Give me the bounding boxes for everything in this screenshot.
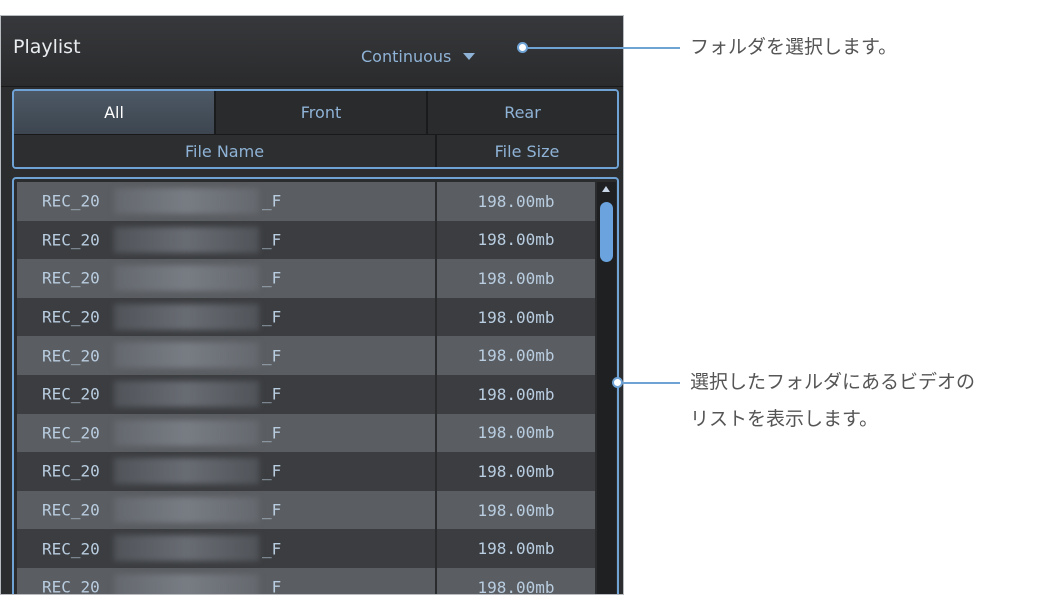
column-headers: File Name File Size bbox=[14, 134, 617, 167]
file-name-suffix: _F bbox=[262, 346, 282, 366]
file-name-cell: REC_20 _F bbox=[17, 413, 437, 453]
callout-dot-list bbox=[612, 377, 623, 388]
column-header-file-size[interactable]: File Size bbox=[437, 135, 617, 167]
file-size-cell: 198.00mb bbox=[477, 230, 555, 250]
file-name-redacted bbox=[114, 419, 259, 446]
table-row[interactable]: REC_20 _F 198.00mb bbox=[17, 182, 595, 221]
table-row[interactable]: REC_20 _F 198.00mb bbox=[17, 297, 595, 337]
file-name-prefix: REC_20 bbox=[42, 539, 100, 559]
file-name-suffix: _F bbox=[262, 384, 282, 404]
playlist-title: Playlist bbox=[13, 36, 81, 58]
callout-dot-folder bbox=[517, 42, 528, 53]
table-row[interactable]: REC_20 _F 198.00mb bbox=[17, 259, 595, 298]
file-name-redacted bbox=[114, 535, 259, 562]
file-name-prefix: REC_20 bbox=[42, 346, 100, 366]
table-row[interactable]: REC_20 _F 198.00mb bbox=[17, 452, 595, 491]
file-size-cell: 198.00mb bbox=[477, 423, 555, 443]
file-name-suffix: _F bbox=[262, 461, 282, 481]
file-name-prefix: REC_20 bbox=[42, 423, 100, 443]
file-size-cell: 198.00mb bbox=[477, 191, 555, 211]
file-size-cell: 198.00mb bbox=[477, 268, 555, 288]
tab-rear[interactable]: Rear bbox=[428, 91, 617, 134]
file-name-redacted bbox=[114, 303, 259, 330]
dropdown-arrow-icon bbox=[463, 52, 476, 60]
file-name-redacted bbox=[114, 573, 259, 594]
table-row[interactable]: REC_20 _F 198.00mb bbox=[17, 336, 595, 375]
file-name-prefix: REC_20 bbox=[42, 461, 100, 481]
file-name-redacted bbox=[114, 226, 259, 253]
file-name-prefix: REC_20 bbox=[42, 191, 100, 211]
file-name-prefix: REC_20 bbox=[42, 307, 100, 327]
scroll-up-arrow-icon[interactable] bbox=[602, 186, 610, 192]
file-name-suffix: _F bbox=[262, 539, 282, 559]
file-size-cell: 198.00mb bbox=[477, 307, 555, 327]
file-name-cell: REC_20 _F bbox=[17, 336, 437, 375]
file-name-redacted bbox=[114, 265, 259, 292]
file-size-cell: 198.00mb bbox=[477, 500, 555, 520]
file-name-prefix: REC_20 bbox=[42, 268, 100, 288]
file-name-suffix: _F bbox=[262, 230, 282, 250]
file-size-cell: 198.00mb bbox=[477, 384, 555, 404]
file-name-cell: REC_20 _F bbox=[17, 182, 437, 221]
table-row[interactable]: REC_20 _F 198.00mb bbox=[17, 220, 595, 260]
file-name-cell: REC_20 _F bbox=[17, 529, 437, 568]
file-name-prefix: REC_20 bbox=[42, 500, 100, 520]
video-list: REC_20 _F 198.00mb REC_20 _F 198.00mb REC_20 _F… bbox=[17, 182, 595, 595]
file-name-prefix: REC_20 bbox=[42, 230, 100, 250]
playlist-panel: Playlist Continuous All Front Rear File … bbox=[0, 15, 624, 595]
list-scrollbar[interactable] bbox=[597, 182, 616, 594]
file-name-suffix: _F bbox=[262, 191, 282, 211]
file-name-suffix: _F bbox=[262, 307, 282, 327]
callout-list-text-line1: 選択したフォルダにあるビデオの bbox=[690, 371, 976, 393]
file-name-redacted bbox=[114, 496, 259, 523]
file-name-cell: REC_20 _F bbox=[17, 567, 437, 595]
video-list-box: REC_20 _F 198.00mb REC_20 _F 198.00mb REC_20 _F… bbox=[12, 177, 619, 595]
file-name-prefix: REC_20 bbox=[42, 384, 100, 404]
file-name-cell: REC_20 _F bbox=[17, 259, 437, 298]
playlist-header: Playlist Continuous bbox=[1, 16, 623, 87]
table-row[interactable]: REC_20 _F 198.00mb bbox=[17, 374, 595, 414]
file-size-cell: 198.00mb bbox=[477, 577, 555, 595]
callout-list-text-line2: リストを表示します。 bbox=[690, 408, 879, 430]
callout-line-folder bbox=[528, 47, 680, 49]
file-name-redacted bbox=[114, 342, 259, 369]
file-name-suffix: _F bbox=[262, 577, 282, 595]
file-size-cell: 198.00mb bbox=[477, 539, 555, 559]
file-name-suffix: _F bbox=[262, 268, 282, 288]
file-name-cell: REC_20 _F bbox=[17, 374, 437, 414]
table-row[interactable]: REC_20 _F 198.00mb bbox=[17, 567, 595, 595]
file-name-redacted bbox=[114, 380, 259, 407]
file-name-redacted bbox=[114, 458, 259, 485]
column-header-file-name[interactable]: File Name bbox=[14, 135, 437, 167]
file-name-prefix: REC_20 bbox=[42, 577, 100, 595]
folder-tabs: All Front Rear bbox=[14, 91, 617, 134]
file-size-cell: 198.00mb bbox=[477, 461, 555, 481]
table-row[interactable]: REC_20 _F 198.00mb bbox=[17, 490, 595, 530]
table-row[interactable]: REC_20 _F 198.00mb bbox=[17, 413, 595, 453]
file-name-cell: REC_20 _F bbox=[17, 452, 437, 491]
playback-mode-label: Continuous bbox=[361, 46, 452, 66]
folder-tabs-box: All Front Rear File Name File Size bbox=[12, 89, 619, 169]
file-name-suffix: _F bbox=[262, 500, 282, 520]
file-size-cell: 198.00mb bbox=[477, 346, 555, 366]
file-name-cell: REC_20 _F bbox=[17, 297, 437, 337]
playback-mode-dropdown[interactable]: Continuous bbox=[361, 44, 476, 68]
file-name-cell: REC_20 _F bbox=[17, 220, 437, 260]
tab-all[interactable]: All bbox=[14, 91, 216, 134]
file-name-cell: REC_20 _F bbox=[17, 490, 437, 530]
file-name-suffix: _F bbox=[262, 423, 282, 443]
tab-front[interactable]: Front bbox=[216, 91, 428, 134]
callout-line-list bbox=[623, 382, 680, 384]
table-row[interactable]: REC_20 _F 198.00mb bbox=[17, 529, 595, 568]
file-name-redacted bbox=[114, 188, 259, 214]
callout-folder-text: フォルダを選択します。 bbox=[690, 36, 898, 58]
scroll-thumb[interactable] bbox=[600, 202, 613, 262]
